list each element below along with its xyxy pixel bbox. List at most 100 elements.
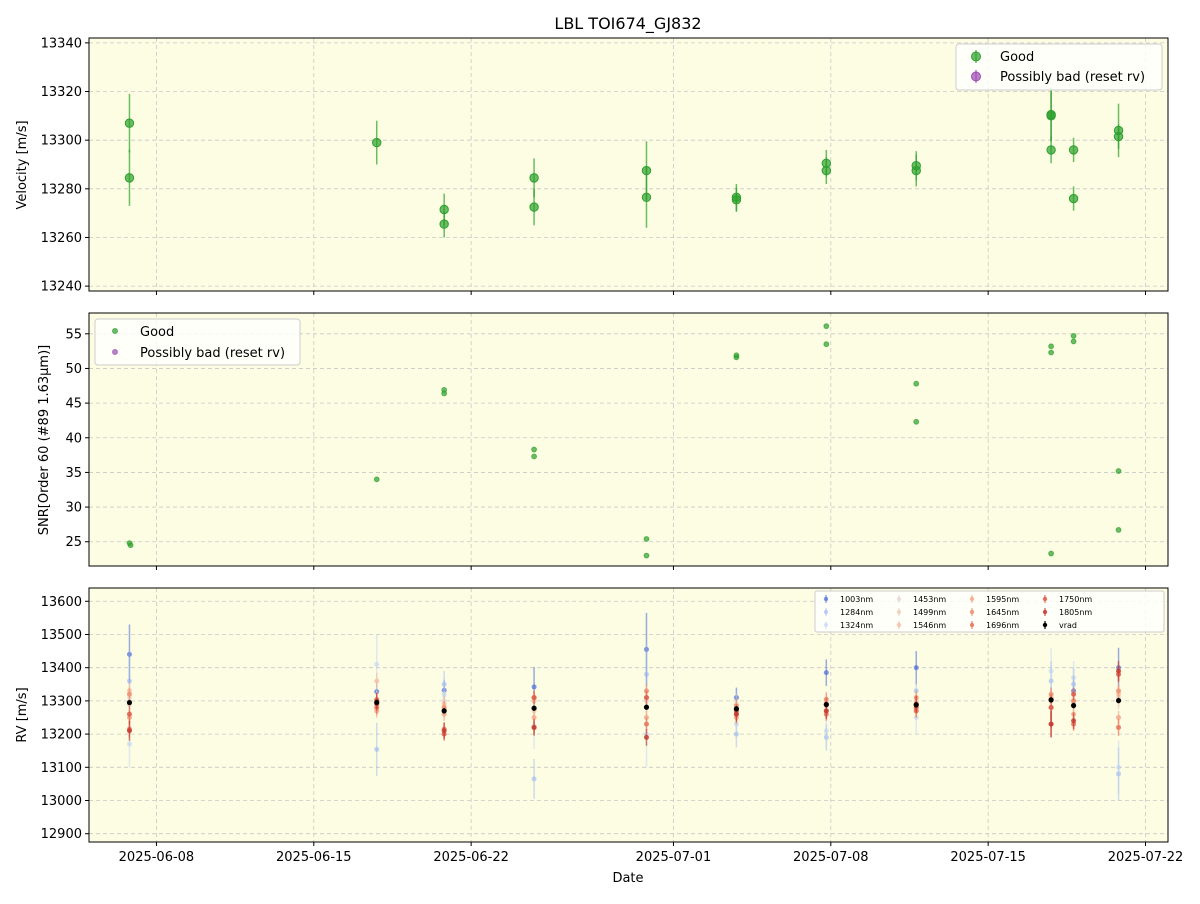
velocity-legend: Good Possibly bad (reset rv) [955,43,1163,91]
vrad-point [823,701,829,708]
rv-point [1116,688,1122,694]
rv-point [531,776,537,782]
y-tick-label: 55 [65,327,82,342]
rv-legend-label: 1284nm [840,608,873,617]
x-tick-label: 2025-07-01 [636,850,712,865]
rv-legend-marker [969,609,975,615]
snr-point [531,453,537,460]
rv-legend-marker [896,596,902,602]
rv-legend-marker [1042,596,1048,602]
rv-legend-label: vrad [1059,621,1077,630]
vrad-point [1070,702,1077,709]
y-tick-label: 13260 [41,231,82,246]
rv-point [1116,724,1122,730]
rv-x-label: Date [612,871,643,886]
rv-point [1116,668,1122,674]
rv-point [733,711,739,717]
y-tick-label: 45 [65,397,82,412]
rv-point [441,728,447,734]
snr-point [913,418,920,425]
rv-legend-label: 1324nm [840,621,873,630]
velocity-y-ticks: 13240 13260 13280 13300 13320 13340 [41,36,89,295]
y-tick-label: 35 [65,466,82,481]
rv-y-label: RV [m/s] [15,687,30,742]
rv-legend: 1003nm 1284nm 1324nm 1453nm 1499nm 1546nm 1595… [814,590,1165,633]
snr-point [1048,343,1055,350]
rv-point [1048,721,1054,727]
y-tick-label: 30 [65,501,82,516]
snr-point [531,446,537,453]
vrad-point [1115,697,1122,704]
rv-legend-label: 1453nm [913,595,946,604]
rv-point [1071,691,1077,697]
rv-x-ticks: 2025-06-08 2025-06-15 2025-06-22 2025-07-01… [119,842,1184,865]
rv-legend-label: 1499nm [913,608,946,617]
snr-panel: 25 30 35 40 45 50 55 SNR[Order 60 (#89 1.63μm)… [37,312,1169,570]
vrad-point [531,705,537,711]
x-tick-label: 2025-07-15 [950,850,1026,865]
legend-bad-marker [112,349,118,355]
y-tick-label: 13320 [41,85,82,100]
velocity-point [821,165,832,176]
rv-point [1048,668,1054,674]
y-tick-label: 25 [65,535,82,550]
rv-legend-marker [969,622,975,628]
x-tick-label: 2025-07-22 [1108,850,1184,865]
rv-legend-label: 1595nm [986,595,1019,604]
rv-point [374,661,380,667]
snr-point [823,323,830,330]
vrad-point [441,708,447,714]
y-tick-label: 13400 [41,661,82,676]
y-tick-label: 13280 [41,182,82,197]
rv-point [913,665,919,671]
y-tick-label: 13240 [41,280,82,295]
rv-panel: 12900 13000 13100 13200 13300 13400 13500 13600… [15,587,1184,886]
rv-legend-label: 1805nm [1059,608,1092,617]
snr-point [823,341,830,348]
velocity-point [529,173,539,183]
legend-good-label: Good [140,325,174,340]
rv-point [126,691,132,697]
rv-point [823,670,829,676]
y-tick-label: 12900 [41,827,82,842]
velocity-point [731,195,742,205]
snr-point [643,536,650,542]
velocity-point [1046,111,1056,121]
rv-point [823,728,829,734]
rv-point [374,678,380,684]
x-tick-label: 2025-06-22 [433,850,509,865]
rv-legend-label: 1696nm [986,621,1019,630]
velocity-y-label: Velocity [m/s] [15,120,30,209]
rv-legend-label: 1645nm [986,608,1019,617]
legend-bad-label: Possibly bad (reset rv) [140,346,285,361]
vrad-point [643,704,650,710]
chart-title: LBL TOI674_GJ832 [554,14,701,34]
y-tick-label: 13300 [41,134,82,149]
rv-point [643,671,649,677]
rv-point [531,695,537,701]
rv-y-ticks: 12900 13000 13100 13200 13300 13400 13500 13600 [41,595,89,842]
rv-point [1071,718,1077,724]
velocity-point [641,192,652,203]
y-tick-label: 40 [65,431,82,446]
rv-point [1071,675,1077,681]
y-tick-label: 13100 [41,761,82,776]
rv-point [126,741,132,747]
rv-legend-label: 1003nm [840,595,873,604]
rv-legend-label: 1750nm [1059,595,1092,604]
rv-point [126,728,132,734]
rv-point [1048,705,1054,711]
legend-good-marker [971,51,981,62]
y-tick-label: 13300 [41,694,82,709]
velocity-point [124,173,135,183]
snr-point [913,380,920,387]
snr-y-label: SNR[Order 60 (#89 1.63μm)] [37,345,52,536]
x-tick-label: 2025-06-08 [119,850,195,865]
velocity-point [124,118,135,128]
snr-y-ticks: 25 30 35 40 45 50 55 [65,327,89,550]
rv-legend-marker [823,609,829,615]
rv-legend-marker [969,596,975,602]
y-tick-label: 13500 [41,628,82,643]
velocity-point [1113,131,1124,142]
y-tick-label: 13000 [41,794,82,809]
